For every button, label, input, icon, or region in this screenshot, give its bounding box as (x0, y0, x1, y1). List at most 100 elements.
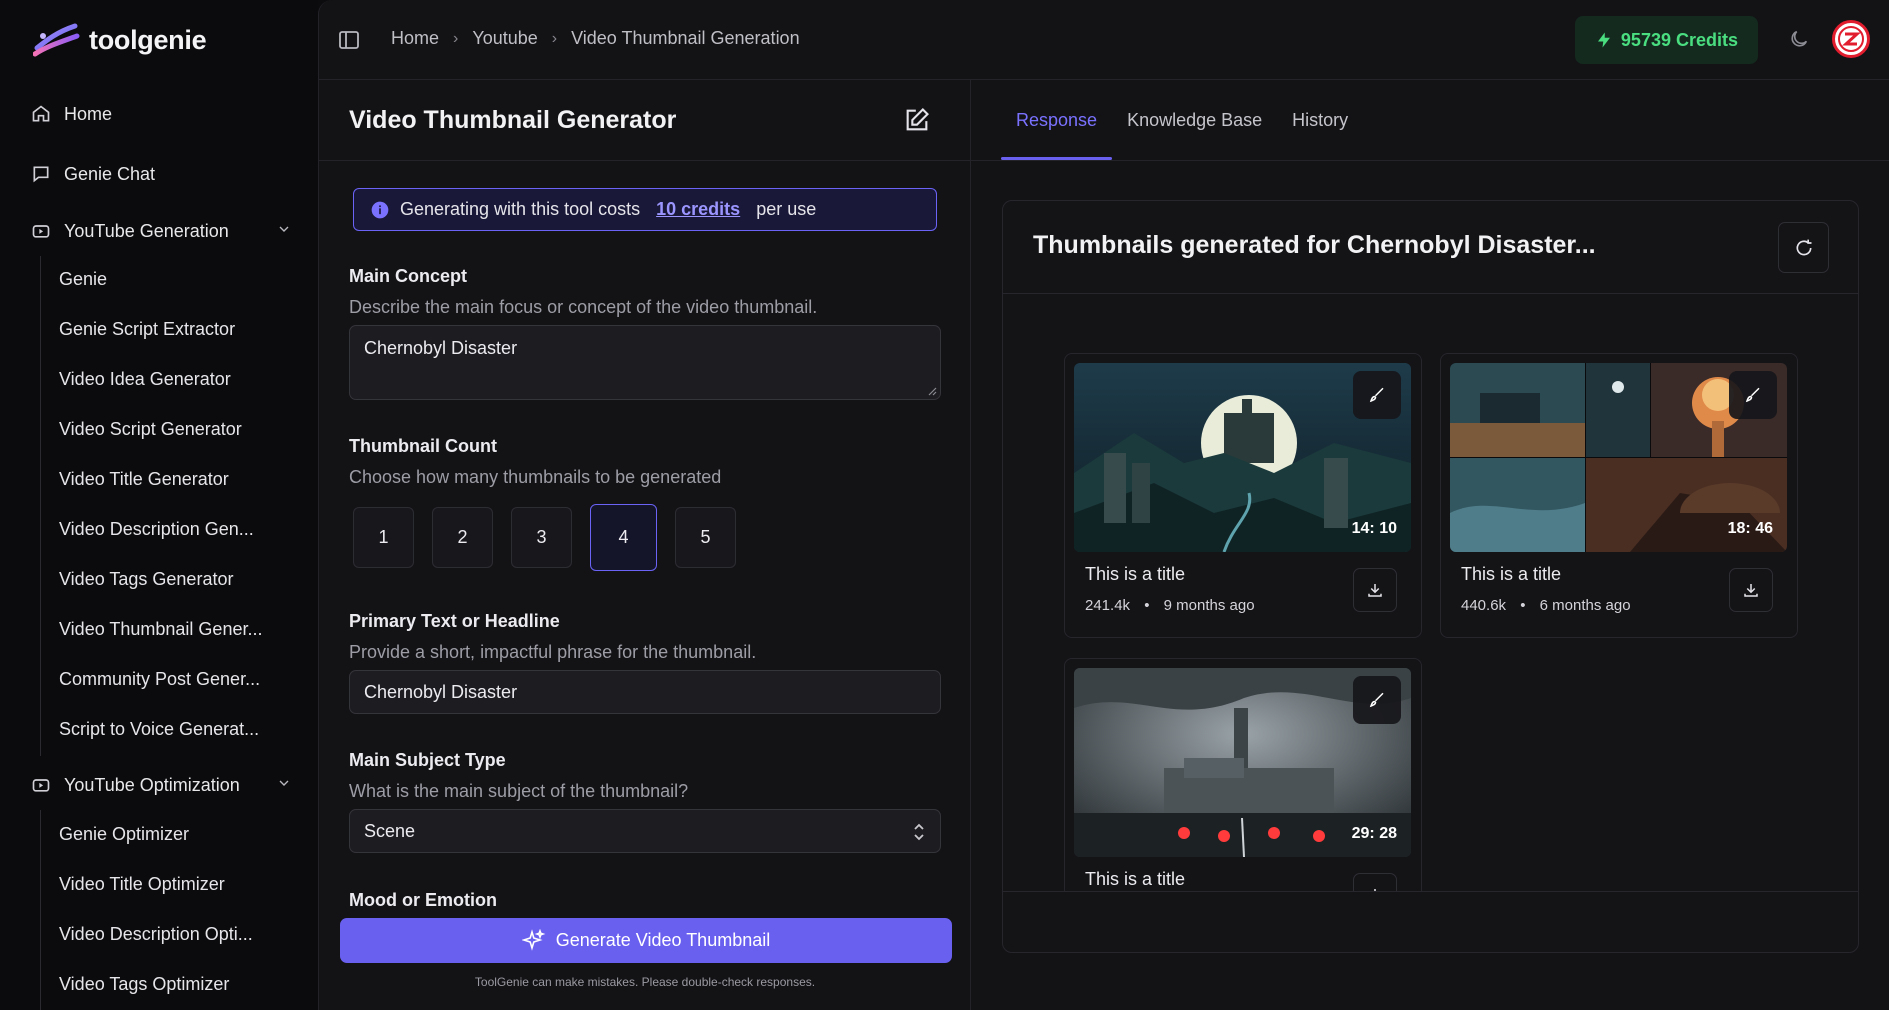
info-text-suffix: per use (756, 199, 817, 219)
logo-text: toolgenie (89, 24, 207, 55)
subject-type-value: Scene (364, 820, 416, 841)
download-button[interactable] (1353, 873, 1397, 891)
sidebar-item-video-title-generator[interactable]: Video Title Generator (59, 461, 289, 497)
paintbrush-icon (1369, 387, 1384, 403)
thumbnail-count-options: 1 2 3 4 5 (353, 504, 736, 571)
toolgenie-logo-icon (33, 23, 80, 57)
thumbnail-title: This is a title (1085, 869, 1186, 889)
sidebar-item-video-description-generator[interactable]: Video Description Gen... (59, 511, 289, 547)
sidebar-item-genie-chat[interactable]: Genie Chat (30, 154, 292, 194)
sidebar-item-script-to-voice-generator[interactable]: Script to Voice Generat... (59, 711, 289, 747)
primary-text-label: Primary Text or Headline (349, 611, 560, 631)
duration-badge: 18: 46 (1727, 520, 1773, 537)
chevron-down-icon[interactable] (276, 775, 292, 796)
sidebar-item-genie-optimizer[interactable]: Genie Optimizer (59, 816, 289, 852)
view-count: 241.4k (1085, 597, 1131, 614)
sidebar-item-video-tags-generator[interactable]: Video Tags Generator (59, 561, 289, 597)
thumbnail-image[interactable]: 18: 46 (1450, 363, 1787, 552)
logo[interactable]: toolgenie (33, 20, 207, 60)
credits-badge[interactable]: 95739 Credits (1574, 16, 1758, 64)
sidebar-item-genie[interactable]: Genie (59, 261, 289, 297)
subject-type-label: Main Subject Type (349, 750, 506, 770)
subject-type-select[interactable]: Scene (349, 809, 941, 853)
breadcrumb-home[interactable]: Home (391, 28, 439, 49)
sidebar-item-community-post-generator[interactable]: Community Post Gener... (59, 661, 289, 697)
meta-dot: • (1144, 597, 1150, 614)
refresh-button[interactable] (1778, 222, 1829, 273)
view-count: 440.6k (1461, 597, 1507, 614)
divider (1003, 891, 1858, 892)
generate-button[interactable]: Generate Video Thumbnail (340, 918, 952, 963)
edit-thumbnail-button[interactable] (1353, 676, 1401, 724)
sidebar: toolgenie Home Genie Chat YouTube Genera… (0, 0, 318, 1010)
avatar-logo-icon (1838, 26, 1864, 52)
count-option-4[interactable]: 4 (590, 504, 657, 571)
chevron-down-icon[interactable] (276, 221, 292, 242)
main-concept-textarea[interactable]: Chernobyl Disaster (349, 325, 941, 400)
refresh-icon (1796, 239, 1811, 255)
chevron-right-icon: › (453, 29, 459, 47)
paintbrush-icon (1369, 692, 1384, 708)
sidebar-item-video-tags-optimizer[interactable]: Video Tags Optimizer (59, 966, 289, 1002)
sidebar-item-video-script-generator[interactable]: Video Script Generator (59, 411, 289, 447)
count-option-2[interactable]: 2 (432, 507, 493, 568)
resize-handle-icon[interactable] (927, 386, 937, 396)
divider (319, 160, 971, 161)
page-title: Video Thumbnail Generator (349, 106, 677, 134)
upload-age: 9 months ago (1163, 597, 1255, 614)
response-tabs: Response Knowledge Base History (1001, 80, 1363, 160)
count-option-3[interactable]: 3 (511, 507, 572, 568)
sidebar-item-label: Genie Chat (64, 163, 156, 184)
subject-type-desc: What is the main subject of the thumbnai… (349, 781, 689, 801)
tab-knowledge-base[interactable]: Knowledge Base (1112, 80, 1277, 160)
count-option-5[interactable]: 5 (675, 507, 736, 568)
sidebar-section-youtube-optimization[interactable]: YouTube Optimization (30, 765, 292, 805)
paintbrush-icon (1745, 387, 1760, 403)
divider (971, 160, 1889, 161)
meta-dot: • (1520, 597, 1526, 614)
results-title: Thumbnails generated for Chernobyl Disas… (1033, 231, 1596, 259)
home-icon (30, 103, 52, 125)
primary-text-value: Chernobyl Disaster (364, 681, 518, 702)
thumbnail-title: This is a title (1085, 564, 1186, 584)
sidebar-item-video-title-optimizer[interactable]: Video Title Optimizer (59, 866, 289, 902)
upload-age: 6 months ago (1539, 597, 1631, 614)
sidebar-item-video-description-optimizer[interactable]: Video Description Opti... (59, 916, 289, 952)
tab-response[interactable]: Response (1001, 80, 1113, 160)
thumbnail-count-desc: Choose how many thumbnails to be generat… (349, 467, 722, 487)
breadcrumb-current: Video Thumbnail Generation (571, 28, 800, 48)
primary-text-input[interactable]: Chernobyl Disaster (349, 670, 941, 714)
disclaimer: ToolGenie can make mistakes. Please doub… (474, 975, 816, 989)
tab-history[interactable]: History (1277, 80, 1363, 160)
tree-line (40, 256, 41, 756)
sidebar-item-video-idea-generator[interactable]: Video Idea Generator (59, 361, 289, 397)
sidebar-item-home[interactable]: Home (30, 94, 292, 134)
count-option-1[interactable]: 1 (353, 507, 414, 568)
edit-thumbnail-button[interactable] (1353, 371, 1401, 419)
moon-icon[interactable] (1788, 28, 1812, 52)
edit-thumbnail-button[interactable] (1729, 371, 1777, 419)
chevron-right-icon: › (551, 29, 558, 47)
lightning-icon (1597, 32, 1610, 48)
avatar[interactable] (1832, 20, 1870, 58)
sidebar-section-label: YouTube Generation (64, 220, 229, 241)
edit-icon[interactable] (903, 106, 931, 134)
thumbnail-grid: 14: 10 This is a title 241.4k • 9 months… (1003, 294, 1858, 891)
thumbnail-image[interactable]: 14: 10 (1074, 363, 1411, 552)
sidebar-toggle-icon[interactable] (337, 28, 361, 52)
info-text-prefix: Generating with this tool costs (400, 199, 641, 219)
download-button[interactable] (1729, 568, 1773, 612)
breadcrumb-youtube[interactable]: Youtube (472, 28, 537, 49)
sidebar-item-video-thumbnail-generator[interactable]: Video Thumbnail Gener... (59, 611, 289, 647)
youtube-icon (30, 220, 52, 242)
download-icon (1368, 584, 1382, 597)
cost-info-banner: Generating with this tool costs 10 credi… (353, 188, 937, 231)
thumbnail-card: 29: 28 This is a title (1064, 658, 1422, 891)
sidebar-item-genie-script-extractor[interactable]: Genie Script Extractor (59, 311, 289, 347)
sidebar-section-youtube-generation[interactable]: YouTube Generation (30, 211, 292, 251)
credits-link[interactable]: 10 credits (656, 199, 740, 220)
thumbnail-image[interactable]: 29: 28 (1074, 668, 1411, 857)
download-button[interactable] (1353, 568, 1397, 612)
download-icon (1744, 584, 1758, 597)
thumbnail-meta: 241.4k • 9 months ago (1085, 597, 1255, 614)
